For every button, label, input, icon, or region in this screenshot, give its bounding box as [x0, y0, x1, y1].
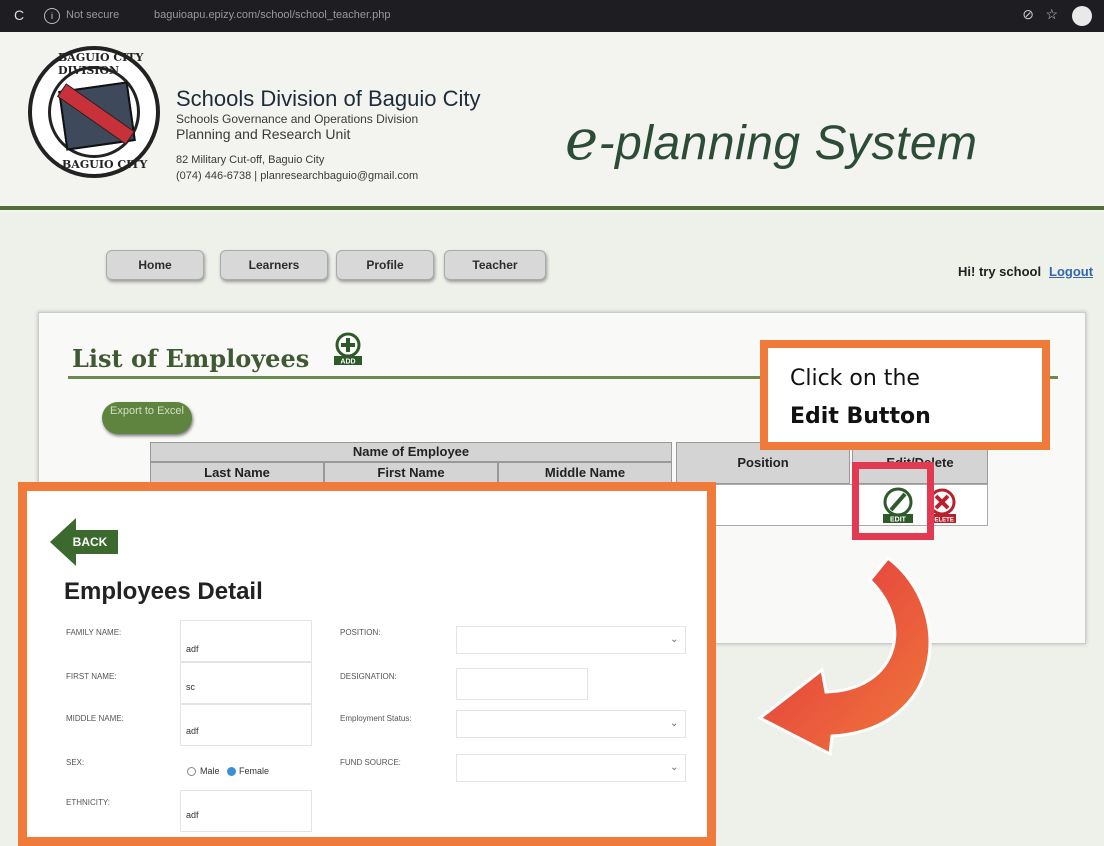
info-icon[interactable]: i [44, 8, 60, 24]
ethnicity-value: adf [186, 810, 199, 820]
callout-emphasis: Edit Button [790, 404, 931, 429]
security-status: Not secure [66, 9, 120, 21]
sex-label: SEX: [66, 758, 85, 767]
family-name-value: adf [186, 644, 199, 654]
nav-teacher[interactable]: Teacher [444, 250, 546, 280]
designation-label: DESIGNATION: [340, 672, 397, 681]
org-unit: Schools Governance and Operations Divisi… [176, 112, 419, 126]
position-select[interactable] [456, 626, 686, 654]
org-contact: (074) 446-6738 | planresearchbaguio@gmai… [176, 170, 419, 182]
col-last-name: Last Name [150, 462, 324, 484]
header-divider [0, 206, 1104, 210]
division-seal-logo: BAGUIO CITY DIVISION BAGUIO CITY [28, 46, 160, 178]
sex-female-radio[interactable] [227, 767, 236, 776]
org-address: 82 Military Cut-off, Baguio City [176, 154, 325, 166]
system-title: e-planning System [565, 108, 978, 173]
first-name-value: sc [186, 682, 195, 692]
curved-arrow-icon [757, 555, 932, 757]
nav-learners[interactable]: Learners [220, 250, 328, 280]
chevron-down-icon[interactable]: ⌄ [670, 634, 678, 645]
star-icon[interactable]: ☆ [1045, 6, 1058, 23]
fund-source-select[interactable] [456, 754, 686, 782]
ethnicity-input[interactable] [180, 790, 312, 832]
chevron-down-icon[interactable]: ⌄ [670, 718, 678, 729]
detail-title: Employees Detail [64, 578, 263, 605]
employment-status-select[interactable] [456, 710, 686, 738]
back-button[interactable]: BACK [48, 516, 120, 568]
org-name: Schools Division of Baguio City [176, 86, 481, 111]
middle-name-value: adf [186, 726, 199, 736]
position-label: POSITION: [340, 628, 381, 637]
nav-home[interactable]: Home [106, 250, 204, 280]
sex-male-radio[interactable] [187, 767, 196, 776]
employment-status-label: Employment Status: [340, 714, 412, 723]
col-first-name: First Name [324, 462, 498, 484]
nav-profile[interactable]: Profile [336, 250, 434, 280]
add-employee-icon[interactable]: ADD [332, 332, 364, 366]
org-department: Planning and Research Unit [176, 126, 351, 142]
svg-text:ADD: ADD [340, 359, 355, 366]
ethnicity-label: ETHNICITY: [66, 798, 111, 807]
sex-male-label: Male [200, 766, 220, 776]
middle-name-input[interactable] [180, 704, 312, 746]
instruction-callout [760, 340, 1050, 450]
first-name-input[interactable] [180, 662, 312, 704]
designation-input[interactable] [456, 668, 588, 700]
name-group-header: Name of Employee [150, 442, 672, 462]
first-name-label: FIRST NAME: [66, 672, 117, 681]
url-text[interactable]: baguioapu.epizy.com/school/school_teache… [154, 9, 390, 21]
callout-text: Click on the [790, 366, 920, 391]
eye-slash-icon[interactable]: ⊘ [1022, 6, 1034, 23]
middle-name-label: MIDDLE NAME: [66, 714, 124, 723]
reload-icon[interactable]: C [14, 7, 24, 23]
svg-text:BACK: BACK [73, 535, 108, 549]
edit-button-highlight [852, 462, 934, 540]
sex-female-label: Female [239, 766, 270, 776]
logout-link[interactable]: Logout [1049, 264, 1093, 279]
browser-address-bar: C i Not secure baguioapu.epizy.com/schoo… [0, 0, 1104, 32]
profile-avatar-icon[interactable] [1072, 6, 1092, 26]
user-greeting: Hi! try school [958, 264, 1042, 279]
page-title: List of Employees [72, 344, 310, 373]
chevron-down-icon[interactable]: ⌄ [670, 762, 678, 773]
family-name-label: FAMILY NAME: [66, 628, 122, 637]
employee-detail-panel [18, 482, 716, 846]
fund-source-label: FUND SOURCE: [340, 758, 401, 767]
col-middle-name: Middle Name [498, 462, 672, 484]
family-name-input[interactable] [180, 620, 312, 662]
export-excel-button[interactable]: Export to Excel [102, 402, 192, 434]
